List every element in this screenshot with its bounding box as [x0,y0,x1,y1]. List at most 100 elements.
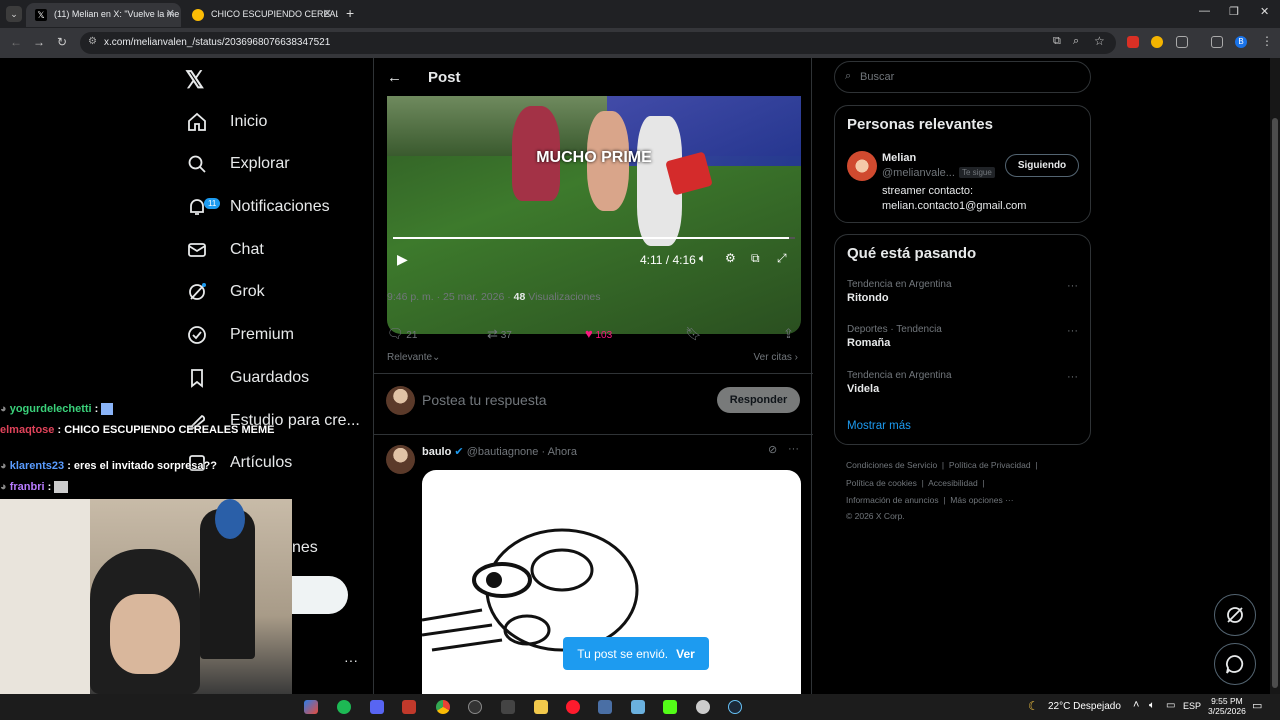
trend-more-icon[interactable]: ··· [1067,280,1078,292]
tab-chico[interactable]: CHICO ESCUPIENDO CEREALES ✕ [183,3,338,27]
footer-accessibility-link[interactable]: Accesibilidad [928,478,978,488]
back-arrow-icon[interactable]: ← [387,69,402,86]
reply-button[interactable]: Responder [717,387,800,413]
settings-icon[interactable]: ⚙ [725,251,736,265]
chrome-icon[interactable] [436,700,450,714]
grok-fab[interactable] [1214,594,1256,636]
reading-list-icon[interactable] [1211,36,1223,48]
footer-privacy-link[interactable]: Política de Privacidad [949,460,1031,470]
trend-item[interactable]: Deportes · Tendencia Romaña [847,324,942,349]
minimize-icon[interactable]: — [1199,5,1210,17]
play-icon[interactable]: ▶ [397,251,408,268]
nav-item-premium[interactable]: Premium [175,315,294,355]
like-action[interactable]: ♥ 103 [585,326,612,341]
copilot-icon[interactable] [304,700,318,714]
quotes-link[interactable]: Ver citas › [754,352,798,363]
fullscreen-icon[interactable]: ⤢ [777,251,787,266]
page-scrollbar[interactable] [1270,58,1280,694]
nav-item-partial[interactable]: nes [292,528,318,568]
tray-chevron-icon[interactable]: ˄ [1133,699,1139,711]
opera-icon[interactable] [566,700,580,714]
site-info-icon[interactable]: ⚙ [88,36,97,47]
app-dark-icon[interactable] [501,700,515,714]
footer-ads-link[interactable]: Información de anuncios [846,495,939,505]
footer-terms-link[interactable]: Condiciones de Servicio [846,460,937,470]
video-progress-track[interactable] [393,237,795,239]
nav-item-guardados[interactable]: Guardados [175,358,309,398]
weather-text[interactable]: 22°C Despejado [1048,701,1121,712]
spotify-icon[interactable] [337,700,351,714]
reload-icon[interactable]: ↻ [57,35,67,49]
restore-icon[interactable]: ❐ [1229,5,1239,18]
close-tab-icon[interactable]: ✕ [323,7,332,20]
nav-item-notificaciones[interactable]: 11 Notificaciones [175,187,330,227]
volume-icon[interactable]: 🔈︎ [699,251,706,266]
tab-search-button[interactable]: ⌄ [6,6,22,22]
melian-avatar[interactable] [847,151,877,181]
close-window-icon[interactable]: ✕ [1260,5,1269,18]
browser-menu-icon[interactable]: ⋮ [1261,34,1273,48]
author-name[interactable]: baulo [422,446,451,458]
profile-avatar[interactable]: B [1235,36,1247,48]
sort-replies[interactable]: Relevante⌄ [387,352,440,363]
trend-more-icon[interactable]: ··· [1067,371,1078,383]
following-button[interactable]: Siguiendo [1005,154,1079,177]
trend-item[interactable]: Tendencia en Argentina Ritondo [847,279,952,304]
app-lightblue-icon[interactable] [631,700,645,714]
extension-red-icon[interactable] [1127,36,1139,48]
forward-icon[interactable]: → [33,35,45,49]
obs-icon[interactable] [468,700,482,714]
language-indicator[interactable]: ESP [1183,701,1201,711]
steam-icon[interactable] [728,700,742,714]
x-logo-icon[interactable]: 𝕏 [185,66,204,95]
nav-item-explorar[interactable]: Explorar [175,144,290,184]
close-tab-icon[interactable]: ✕ [166,7,175,20]
app-red-icon[interactable] [402,700,416,714]
scrollbar-thumb[interactable] [1272,118,1278,688]
trend-more-icon[interactable]: ··· [1067,325,1078,337]
nav-item-grok[interactable]: Grok [175,272,265,312]
trend-item[interactable]: Tendencia en Argentina Videla [847,370,952,395]
footer-more-link[interactable]: Más opciones ··· [950,495,1013,505]
post-column: ← Post MUCHO PRIME ▶ 4:11 / 4:16 🔈︎ ⚙ ⧉ … [373,58,813,720]
clock[interactable]: 9:55 PM 3/25/2026 [1208,696,1246,716]
bookmark-star-icon[interactable]: ☆ [1094,34,1105,48]
app-blue-icon[interactable] [598,700,612,714]
account-more-icon[interactable]: ··· [344,652,358,668]
extension-yellow-icon[interactable] [1151,36,1163,48]
share-icon[interactable]: ⇪ [783,326,794,342]
repost-action[interactable]: ⇄ 37 [487,326,512,342]
person-name[interactable]: Melian [882,152,916,164]
post-button[interactable] [292,576,348,614]
tweet-more-icon[interactable]: ··· [788,443,799,455]
reply-avatar[interactable] [386,445,415,474]
video-progress-fill [393,237,789,239]
post-timestamp[interactable]: 9:46 p. m. · 25 mar. 2026 · [387,291,514,303]
bookmark-action-icon[interactable]: 🔖︎ [685,326,702,342]
tab-melian[interactable]: 𝕏 (11) Melian en X: "Vuelve la me ✕ [26,3,181,27]
kick-icon[interactable] [663,700,677,714]
grok-explain-icon[interactable]: ⊘ [768,443,777,456]
reply-action[interactable]: 🗨︎ 21 [387,326,417,342]
url-field[interactable]: ⚙ x.com/melianvalen_/status/203696807663… [80,32,1116,54]
nav-item-chat[interactable]: Chat [175,230,264,270]
app-gray-icon[interactable] [696,700,710,714]
file-explorer-icon[interactable] [534,700,548,714]
search-input[interactable]: ⌕ Buscar [834,61,1091,93]
notification-center-icon[interactable]: ▭ [1252,699,1262,712]
extensions-puzzle-icon[interactable] [1176,36,1188,48]
reply-input[interactable]: Postea tu respuesta [422,392,547,408]
messages-fab[interactable] [1214,643,1256,685]
pip-icon[interactable]: ⧉ [751,251,760,266]
network-icon[interactable]: ▭ [1166,700,1175,711]
new-tab-button[interactable]: + [346,5,354,21]
zoom-icon[interactable]: ⌕ [1073,35,1079,48]
speaker-icon[interactable]: 🔈︎ [1149,700,1155,711]
back-icon[interactable]: ← [10,35,22,49]
nav-item-inicio[interactable]: Inicio [175,102,267,142]
toast-view-link[interactable]: Ver [676,647,695,661]
show-more-link[interactable]: Mostrar más [847,420,911,432]
discord-icon[interactable] [370,700,384,714]
footer-cookies-link[interactable]: Política de cookies [846,478,917,488]
cast-icon[interactable]: ⧉ [1053,35,1061,48]
